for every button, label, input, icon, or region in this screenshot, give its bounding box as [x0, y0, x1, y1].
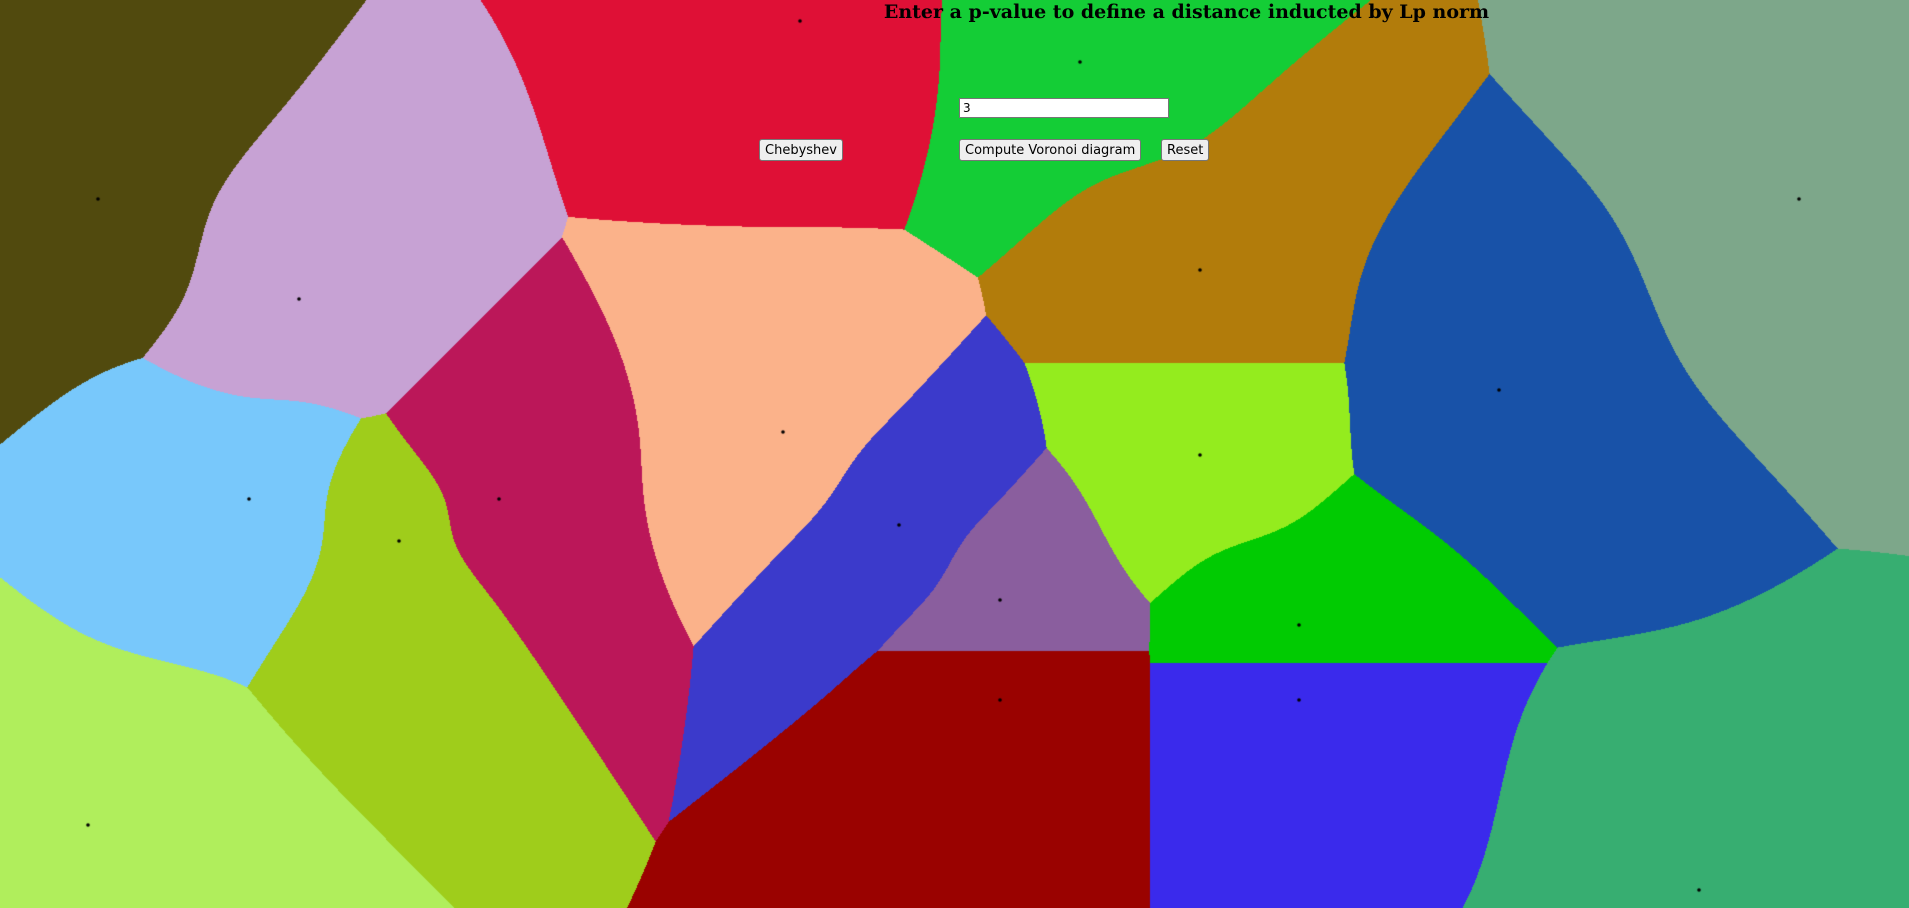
page-title: Enter a p-value to define a distance ind… [883, 1, 1490, 23]
p-value-input[interactable] [959, 98, 1169, 118]
compute-voronoi-button[interactable]: Compute Voronoi diagram [959, 139, 1142, 161]
chebyshev-button[interactable]: Chebyshev [759, 139, 843, 161]
voronoi-diagram-canvas[interactable] [0, 0, 1909, 908]
reset-button[interactable]: Reset [1161, 139, 1210, 161]
